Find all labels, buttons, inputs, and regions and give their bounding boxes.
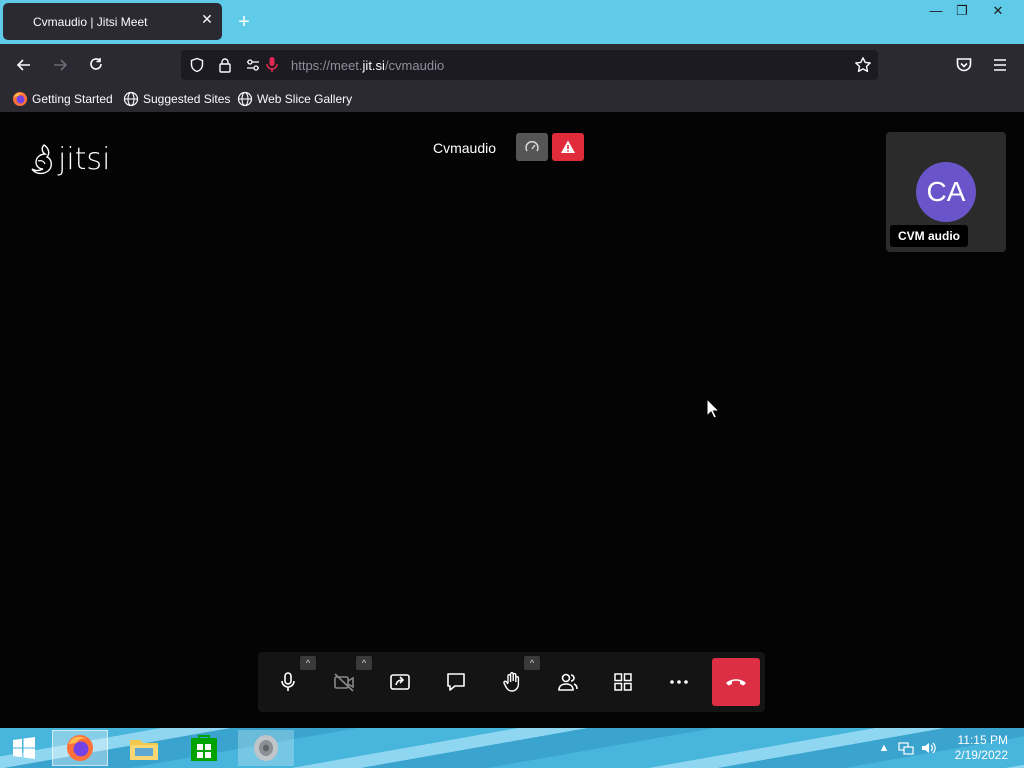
video-quality-button[interactable]: [516, 133, 548, 161]
meeting-toolbar: ^ ^ ^: [258, 652, 765, 712]
browser-tab[interactable]: Cvmaudio | Jitsi Meet ✕: [3, 3, 222, 40]
network-icon[interactable]: [898, 740, 914, 756]
minimize-icon[interactable]: —: [924, 2, 948, 20]
participants-button[interactable]: [548, 662, 588, 702]
restore-icon[interactable]: ❐: [950, 2, 974, 20]
url-text[interactable]: https://meet.jit.si/cvmaudio: [291, 58, 444, 73]
firefox-icon: [13, 92, 27, 106]
more-icon: [670, 680, 688, 684]
mouse-cursor-icon: [706, 398, 720, 419]
bookmarks-toolbar: Getting Started Suggested Sites Web Slic…: [0, 86, 1024, 112]
browser-tab-bar: Cvmaudio | Jitsi Meet ✕ + — ❐ ✕: [0, 0, 1024, 44]
microphone-options-chevron-icon[interactable]: ^: [300, 656, 316, 670]
warning-icon: [561, 140, 575, 153]
chat-button[interactable]: [436, 662, 476, 702]
taskbar-store[interactable]: [176, 730, 232, 766]
bookmark-suggested-sites[interactable]: Suggested Sites: [123, 91, 230, 107]
reactions-chevron-icon[interactable]: ^: [524, 656, 540, 670]
globe-icon: [123, 91, 139, 107]
system-clock[interactable]: 11:15 PM 2/19/2022: [955, 733, 1008, 763]
lock-icon[interactable]: [217, 57, 233, 73]
volume-icon[interactable]: [920, 740, 936, 756]
camera-options-chevron-icon[interactable]: ^: [356, 656, 372, 670]
camera-off-icon: [334, 673, 354, 692]
meeting-title: Cvmaudio: [433, 140, 497, 156]
close-window-icon[interactable]: ✕: [986, 2, 1010, 20]
file-explorer-icon: [130, 740, 158, 760]
microphone-icon: [281, 672, 295, 691]
more-actions-button[interactable]: [659, 662, 699, 702]
connection-warning-button[interactable]: [552, 133, 584, 161]
windows-start-icon: [13, 737, 35, 759]
browser-nav-bar: https://meet.jit.si/cvmaudio: [0, 44, 1024, 86]
screen-share-icon: [390, 674, 410, 690]
taskbar-speaker-app[interactable]: [238, 730, 294, 766]
shield-icon[interactable]: [189, 57, 205, 73]
gauge-icon: [525, 141, 539, 152]
taskbar-firefox[interactable]: [52, 730, 108, 766]
new-tab-icon[interactable]: +: [234, 12, 254, 32]
pocket-icon[interactable]: [954, 55, 974, 75]
back-icon[interactable]: [14, 55, 34, 75]
show-hidden-icons-icon[interactable]: ▲: [876, 740, 892, 756]
screen-share-button[interactable]: [380, 662, 420, 702]
firefox-icon: [67, 735, 93, 761]
bookmark-star-icon[interactable]: [854, 56, 872, 74]
bookmark-getting-started[interactable]: Getting Started: [12, 91, 113, 107]
participant-name: CVM audio: [890, 225, 968, 247]
address-bar[interactable]: https://meet.jit.si/cvmaudio: [181, 50, 878, 80]
taskbar-file-explorer[interactable]: [116, 730, 172, 766]
clock-time: 11:15 PM: [957, 733, 1008, 747]
bookmark-label: Suggested Sites: [143, 92, 231, 106]
windows-taskbar: ▲ 11:15 PM 2/19/2022: [0, 728, 1024, 768]
meeting-stage: jitsi Cvmaudio CA CVM audio ^ ^ ^: [0, 112, 1024, 728]
avatar: CA: [916, 162, 976, 222]
participant-thumbnail[interactable]: CA CVM audio: [886, 132, 1006, 252]
tab-title: Cvmaudio | Jitsi Meet: [33, 15, 148, 29]
globe-icon: [237, 91, 253, 107]
forward-icon[interactable]: [50, 55, 70, 75]
hand-icon: [503, 672, 520, 692]
clock-date: 2/19/2022: [954, 748, 1008, 762]
bookmark-label: Getting Started: [32, 92, 113, 106]
speaker-app-icon: [254, 735, 278, 761]
logo-text: jitsi: [58, 142, 111, 177]
start-button[interactable]: [0, 730, 48, 766]
jitsi-logo[interactable]: jitsi: [30, 142, 110, 177]
tile-view-button[interactable]: [603, 662, 643, 702]
participants-icon: [558, 673, 578, 691]
bookmark-web-slice-gallery[interactable]: Web Slice Gallery: [237, 91, 352, 107]
permissions-icon[interactable]: [245, 57, 261, 73]
store-icon: [191, 735, 217, 761]
reload-icon[interactable]: [86, 55, 106, 75]
close-tab-icon[interactable]: ✕: [200, 12, 214, 26]
bookmark-label: Web Slice Gallery: [257, 92, 353, 106]
hangup-button[interactable]: [712, 658, 760, 706]
desktop-screen: Cvmaudio | Jitsi Meet ✕ + — ❐ ✕ https://…: [0, 0, 1024, 768]
microphone-in-use-icon[interactable]: [265, 56, 279, 74]
chat-icon: [447, 673, 465, 691]
menu-icon[interactable]: [990, 55, 1010, 75]
jitsi-logo-icon: [31, 143, 52, 174]
grid-icon: [614, 673, 632, 691]
hangup-icon: [726, 679, 746, 686]
